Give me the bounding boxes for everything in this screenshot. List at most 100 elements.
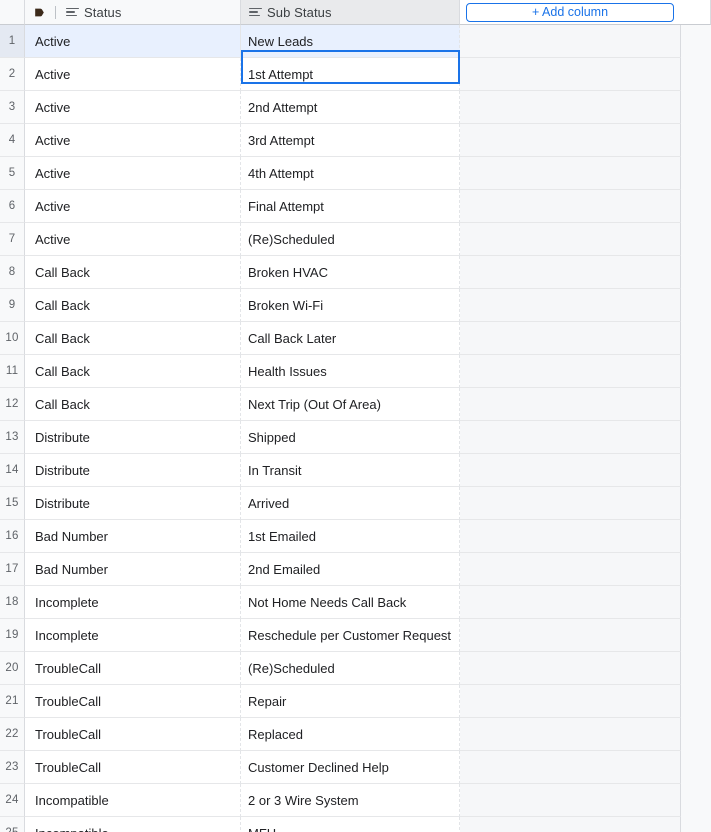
cell-status[interactable]: TroubleCall [25,751,241,784]
cell-sub-status[interactable]: 2 or 3 Wire System [241,784,460,817]
table-row[interactable]: 23 TroubleCall Customer Declined Help [0,751,711,784]
cell-status[interactable]: Incompatible [25,817,241,832]
cell-status[interactable]: Distribute [25,421,241,454]
row-number[interactable]: 16 [0,520,25,553]
cell-status[interactable]: Bad Number [25,553,241,586]
column-header-sub-status[interactable]: Sub Status [241,0,460,25]
table-row[interactable]: 19 Incomplete Reschedule per Customer Requ… [0,619,711,652]
cell-status[interactable]: Active [25,190,241,223]
cell-empty-column[interactable] [460,619,681,652]
table-row[interactable]: 18 Incomplete Not Home Needs Call Back [0,586,711,619]
row-number[interactable]: 20 [0,652,25,685]
cell-empty-column[interactable] [460,322,681,355]
cell-status[interactable]: Call Back [25,322,241,355]
row-number[interactable]: 6 [0,190,25,223]
cell-status[interactable]: Active [25,91,241,124]
table-row[interactable]: 4 Active 3rd Attempt [0,124,711,157]
cell-sub-status[interactable]: Shipped [241,421,460,454]
cell-status[interactable]: Incompatible [25,784,241,817]
table-row[interactable]: 7 Active (Re)Scheduled [0,223,711,256]
cell-sub-status[interactable]: 2nd Attempt [241,91,460,124]
row-number[interactable]: 12 [0,388,25,421]
row-number[interactable]: 23 [0,751,25,784]
table-row[interactable]: 14 Distribute In Transit [0,454,711,487]
cell-sub-status[interactable]: Replaced [241,718,460,751]
cell-empty-column[interactable] [460,256,681,289]
table-row[interactable]: 5 Active 4th Attempt [0,157,711,190]
cell-status[interactable]: Active [25,25,241,58]
cell-empty-column[interactable] [460,190,681,223]
cell-empty-column[interactable] [460,157,681,190]
cell-empty-column[interactable] [460,685,681,718]
table-row[interactable]: 13 Distribute Shipped [0,421,711,454]
table-row[interactable]: 20 TroubleCall (Re)Scheduled [0,652,711,685]
cell-sub-status[interactable]: Next Trip (Out Of Area) [241,388,460,421]
row-number[interactable]: 24 [0,784,25,817]
row-number[interactable]: 1 [0,25,25,58]
cell-sub-status[interactable]: Customer Declined Help [241,751,460,784]
table-row[interactable]: 22 TroubleCall Replaced [0,718,711,751]
cell-sub-status[interactable]: Arrived [241,487,460,520]
table-row[interactable]: 16 Bad Number 1st Emailed [0,520,711,553]
cell-empty-column[interactable] [460,784,681,817]
table-row[interactable]: 2 Active 1st Attempt [0,58,711,91]
row-number[interactable]: 21 [0,685,25,718]
cell-status[interactable]: Active [25,223,241,256]
cell-sub-status[interactable]: 3rd Attempt [241,124,460,157]
cell-status[interactable]: Call Back [25,388,241,421]
cell-sub-status[interactable]: 2nd Emailed [241,553,460,586]
table-row[interactable]: 9 Call Back Broken Wi-Fi [0,289,711,322]
table-row[interactable]: 10 Call Back Call Back Later [0,322,711,355]
cell-status[interactable]: Distribute [25,454,241,487]
cell-sub-status[interactable]: Reschedule per Customer Request [241,619,460,652]
row-number[interactable]: 2 [0,58,25,91]
row-number[interactable]: 18 [0,586,25,619]
cell-sub-status[interactable]: In Transit [241,454,460,487]
table-row[interactable]: 8 Call Back Broken HVAC [0,256,711,289]
cell-status[interactable]: Distribute [25,487,241,520]
cell-empty-column[interactable] [460,718,681,751]
cell-empty-column[interactable] [460,454,681,487]
cell-empty-column[interactable] [460,586,681,619]
cell-sub-status[interactable]: Repair [241,685,460,718]
cell-sub-status[interactable]: (Re)Scheduled [241,223,460,256]
row-number[interactable]: 3 [0,91,25,124]
cell-status[interactable]: Call Back [25,289,241,322]
cell-status[interactable]: TroubleCall [25,685,241,718]
row-number[interactable]: 5 [0,157,25,190]
column-header-status[interactable]: Status [25,0,241,25]
row-number[interactable]: 8 [0,256,25,289]
cell-status[interactable]: Incomplete [25,586,241,619]
row-number[interactable]: 15 [0,487,25,520]
cell-empty-column[interactable] [460,355,681,388]
cell-status[interactable]: Active [25,157,241,190]
cell-status[interactable]: Call Back [25,256,241,289]
cell-empty-column[interactable] [460,124,681,157]
cell-status[interactable]: TroubleCall [25,652,241,685]
row-number[interactable]: 17 [0,553,25,586]
cell-sub-status[interactable]: MFH [241,817,460,832]
cell-empty-column[interactable] [460,553,681,586]
row-number[interactable]: 4 [0,124,25,157]
table-row[interactable]: 11 Call Back Health Issues [0,355,711,388]
row-number[interactable]: 13 [0,421,25,454]
select-all-corner[interactable] [0,0,25,25]
cell-empty-column[interactable] [460,58,681,91]
table-row[interactable]: 21 TroubleCall Repair [0,685,711,718]
row-number[interactable]: 14 [0,454,25,487]
row-number[interactable]: 19 [0,619,25,652]
row-number[interactable]: 9 [0,289,25,322]
table-row[interactable]: 15 Distribute Arrived [0,487,711,520]
cell-sub-status[interactable]: Broken Wi-Fi [241,289,460,322]
cell-empty-column[interactable] [460,289,681,322]
table-row[interactable]: 25IncompatibleMFH [0,817,711,832]
cell-sub-status[interactable]: 1st Attempt [241,58,460,91]
cell-empty-column[interactable] [460,751,681,784]
cell-empty-column[interactable] [460,487,681,520]
table-row[interactable]: 1 Active New Leads [0,25,711,58]
table-row[interactable]: 3 Active 2nd Attempt [0,91,711,124]
cell-empty-column[interactable] [460,388,681,421]
cell-status[interactable]: Active [25,124,241,157]
row-number[interactable]: 11 [0,355,25,388]
cell-empty-column[interactable] [460,223,681,256]
